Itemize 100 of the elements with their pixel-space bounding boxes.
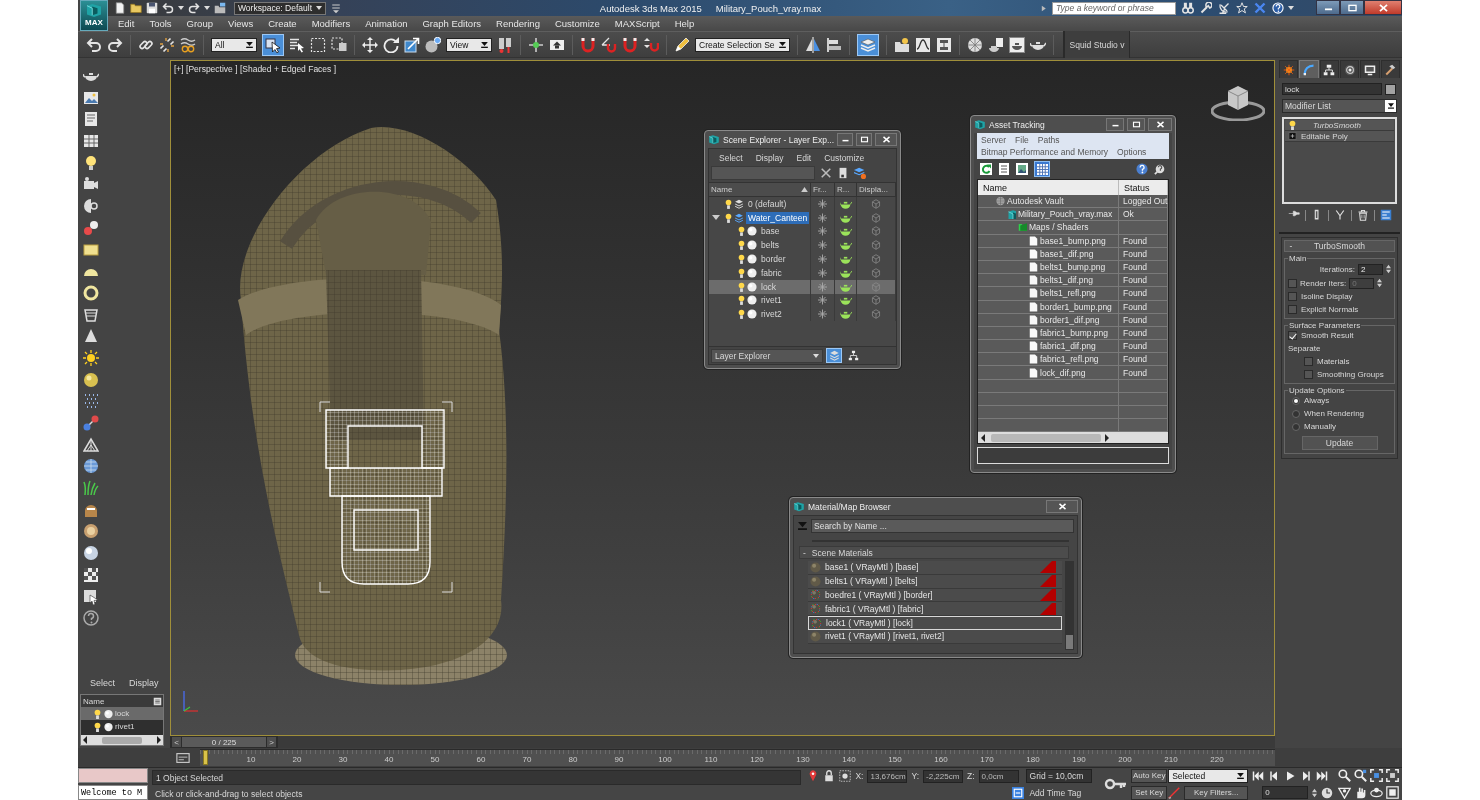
snowflake-icon[interactable] [818, 240, 827, 251]
bulb-icon[interactable] [738, 309, 745, 320]
clock-icon[interactable] [1321, 786, 1334, 799]
maximize-button[interactable] [1340, 0, 1364, 15]
frame-field[interactable]: 0 [1262, 786, 1309, 799]
caret-icon[interactable] [1288, 6, 1294, 10]
radio-button[interactable] [1292, 409, 1300, 418]
molecule-icon[interactable] [83, 415, 99, 431]
search-field[interactable]: Search by Name ... [811, 519, 1074, 533]
rectangle-icon[interactable] [83, 241, 99, 258]
coordinate-field[interactable]: 13,676cm [867, 769, 908, 783]
bulb-icon[interactable] [738, 267, 745, 278]
two-bars-icon[interactable] [497, 36, 513, 53]
magnet-icon[interactable] [622, 36, 638, 53]
mirror-icon[interactable] [804, 36, 821, 53]
thumbnail-icon[interactable] [1016, 163, 1028, 175]
dashed-rectangle-icon[interactable] [310, 36, 326, 53]
menu-item[interactable]: Views [227, 18, 254, 29]
panel-tab[interactable] [1360, 60, 1380, 78]
cube-ring-icon[interactable] [1211, 85, 1265, 121]
menu-item[interactable]: Help [674, 18, 695, 29]
track-bar[interactable]: 10 20 30 40 50 60 70 80 90 100 110 120 130 140 150 160 170 180 190 200 210 220 [200, 749, 1275, 766]
asset-row[interactable]: border1_dif.png Found [978, 313, 1168, 327]
new-file-icon[interactable] [114, 2, 126, 14]
coordinate-system-dropdown[interactable]: View [446, 37, 492, 52]
sphere-icon[interactable] [83, 545, 99, 562]
spinner-magnet-icon[interactable] [643, 36, 659, 53]
auto-key-button[interactable]: Auto Key [1131, 768, 1168, 783]
iterations-field[interactable]: 2 [1358, 263, 1383, 275]
grid-view-button[interactable] [1034, 161, 1050, 177]
scrollbar-thumb[interactable] [991, 433, 1101, 442]
menu-item[interactable]: Options [1117, 147, 1147, 157]
snowflake-icon[interactable] [818, 267, 827, 278]
scrollbar[interactable] [81, 735, 163, 745]
radio-button[interactable] [1292, 422, 1300, 431]
cursor-panel-icon[interactable] [83, 588, 99, 605]
material-row[interactable]: fabric1 ( VRayMtl ) [fabric] [808, 602, 1062, 617]
bulb-icon[interactable] [738, 226, 745, 237]
key-mode-dropdown[interactable]: Selected [1168, 768, 1249, 783]
ring-icon[interactable] [83, 284, 99, 301]
menu-item[interactable]: Select [90, 678, 115, 688]
checkbox[interactable] [1288, 305, 1297, 314]
menu-item[interactable]: Create [268, 18, 297, 29]
group-header[interactable]: - Scene Materials [799, 546, 1069, 559]
asset-row[interactable]: base1_dif.png Found [978, 247, 1168, 261]
object-row[interactable]: lock [81, 707, 163, 720]
maximize-icon[interactable] [1386, 786, 1400, 799]
minimize-button[interactable] [837, 133, 854, 146]
asset-row[interactable]: fabric1_refl.png Found [978, 353, 1168, 367]
column-header[interactable]: R... [835, 183, 857, 196]
folder-icon[interactable] [130, 2, 142, 14]
expand-arrow-icon[interactable] [712, 215, 720, 221]
modifier-list-dropdown[interactable]: Modifier List [1282, 99, 1397, 113]
menu-item[interactable]: Edit [118, 18, 135, 29]
stack-item[interactable]: TurboSmooth [1285, 120, 1394, 131]
page-icon[interactable] [837, 167, 849, 179]
fork-icon[interactable] [1333, 209, 1346, 221]
spinner-arrows-icon[interactable] [1386, 264, 1391, 274]
plus-square-icon[interactable] [1288, 131, 1297, 141]
asset-row[interactable]: border1_bump.png Found [978, 300, 1168, 314]
zoom-extents-all-icon[interactable] [1386, 769, 1400, 782]
refresh-icon[interactable] [980, 163, 992, 175]
two-spheres-icon[interactable] [83, 219, 99, 236]
trash-icon[interactable] [1356, 209, 1369, 221]
layer-row[interactable]: Water_Canteen [709, 210, 896, 225]
key-filters-button[interactable]: Key Filters... [1184, 785, 1249, 800]
column-header[interactable]: Name [709, 183, 811, 196]
menu-item[interactable]: Display [129, 678, 159, 688]
column-header[interactable]: Fr... [811, 183, 835, 196]
align-icon[interactable] [825, 36, 842, 53]
list-cursor-icon[interactable] [289, 36, 305, 53]
tent-icon[interactable] [83, 436, 99, 453]
viewport[interactable] [170, 60, 1275, 736]
menu-item[interactable]: Rendering [496, 18, 540, 29]
magnifier-icon[interactable] [1338, 769, 1352, 782]
script-input-field[interactable] [78, 768, 148, 783]
menu-lines-icon[interactable] [330, 2, 342, 14]
bulb-icon[interactable] [725, 212, 732, 223]
right-arrow-icon[interactable] [1104, 433, 1110, 442]
close-button[interactable] [1148, 118, 1172, 131]
snowflake-icon[interactable] [818, 295, 827, 306]
document-icon[interactable] [83, 111, 99, 128]
asset-row[interactable]: belts1_bump.png Found [978, 260, 1168, 275]
snowflake-icon[interactable] [818, 212, 827, 223]
checkbox[interactable] [1288, 278, 1297, 288]
orbit-icon[interactable] [1370, 786, 1384, 799]
bulb-icon[interactable] [725, 198, 732, 209]
asset-row[interactable]: lock_dif.png Found [978, 366, 1168, 380]
checker-icon[interactable] [83, 566, 99, 583]
maximize-button[interactable] [1127, 118, 1145, 131]
next-frame-icon[interactable] [1300, 769, 1313, 782]
material-row[interactable]: lock1 ( VRayMtl ) [lock] [808, 616, 1062, 630]
checkbox[interactable] [1304, 370, 1313, 379]
menu-item[interactable]: Select [719, 153, 743, 163]
wrench-icon[interactable] [1200, 2, 1212, 14]
radio-button[interactable] [1292, 396, 1300, 405]
move-icon[interactable] [362, 36, 378, 53]
dashed-square-icon[interactable] [839, 770, 852, 782]
redo-icon[interactable] [188, 2, 200, 14]
color-swatch[interactable] [1385, 83, 1396, 95]
